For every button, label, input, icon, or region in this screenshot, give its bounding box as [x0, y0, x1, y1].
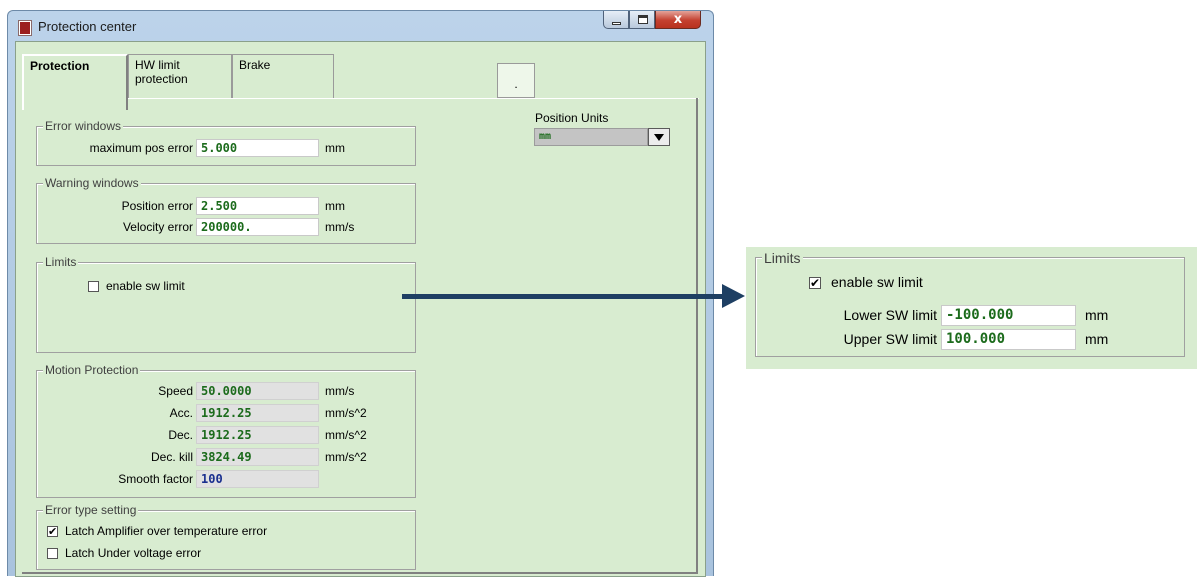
error-windows-group: Error windows maximum pos error 5.000 mm — [36, 119, 416, 166]
upper-sw-limit-label: Upper SW limit — [843, 331, 937, 347]
check-mark-icon: ✔ — [48, 525, 58, 538]
zoomed-limits-group: Limits ✔ enable sw limit Lower SW limit … — [755, 250, 1185, 357]
zoomed-enable-sw-limit-label: enable sw limit — [831, 274, 923, 290]
app-icon — [19, 21, 31, 35]
speed-unit: mm/s — [325, 384, 355, 398]
dec-field: 1912.25 — [196, 426, 319, 444]
check-mark-icon: ✔ — [810, 276, 821, 290]
tab-hw-limit-protection[interactable]: HW limit protection — [128, 54, 232, 99]
error-type-title: Error type setting — [43, 503, 139, 517]
window-title: Protection center — [38, 19, 137, 34]
motion-protection-group: Motion Protection Speed 50.0000 mm/s Acc… — [36, 363, 416, 498]
smooth-factor-field: 100 — [196, 470, 319, 488]
position-error-field[interactable]: 2.500 — [196, 197, 319, 215]
upper-sw-limit-field[interactable]: 100.000 — [941, 329, 1076, 350]
speed-label: Speed — [158, 384, 193, 398]
latch-under-voltage-checkbox[interactable] — [47, 548, 58, 559]
dec-unit: mm/s^2 — [325, 428, 367, 442]
tab-hw-limit-label: HW limit protection — [135, 58, 188, 86]
max-pos-error-unit: mm — [325, 141, 345, 155]
dot-button[interactable]: . — [497, 63, 535, 98]
enable-sw-limit-checkbox[interactable] — [88, 281, 99, 292]
title-bar[interactable]: Protection center x — [8, 11, 713, 41]
max-pos-error-field[interactable]: 5.000 — [196, 139, 319, 157]
dropdown-arrow-icon[interactable] — [648, 128, 670, 146]
close-button[interactable]: x — [655, 11, 701, 29]
position-error-unit: mm — [325, 199, 345, 213]
zoomed-enable-sw-limit-checkbox[interactable]: ✔ — [809, 277, 821, 289]
dot-button-label: . — [514, 77, 518, 91]
window-controls: x — [603, 11, 701, 31]
callout-arrow-line — [402, 294, 728, 299]
position-error-label: Position error — [121, 199, 193, 213]
maximize-button[interactable] — [629, 11, 655, 29]
smooth-factor-label: Smooth factor — [118, 472, 193, 486]
warning-windows-group: Warning windows Position error 2.500 mm … — [36, 176, 416, 244]
position-units-select[interactable]: mm — [534, 128, 670, 146]
acc-label: Acc. — [169, 406, 193, 420]
minimize-button[interactable] — [603, 11, 629, 29]
callout-arrow-head — [722, 284, 745, 308]
error-type-group: Error type setting ✔ Latch Amplifier ove… — [36, 503, 416, 570]
dec-kill-unit: mm/s^2 — [325, 450, 367, 464]
latch-amp-temp-label: Latch Amplifier over temperature error — [65, 524, 268, 538]
velocity-error-field[interactable]: 200000. — [196, 218, 319, 236]
lower-sw-limit-label: Lower SW limit — [843, 307, 937, 323]
acc-field: 1912.25 — [196, 404, 319, 422]
latch-under-voltage-label: Latch Under voltage error — [65, 546, 202, 560]
position-units-value: mm — [534, 128, 648, 146]
warning-windows-title: Warning windows — [43, 176, 141, 190]
max-pos-error-label: maximum pos error — [89, 141, 193, 155]
speed-field: 50.0000 — [196, 382, 319, 400]
tab-brake-label: Brake — [239, 58, 271, 72]
lower-sw-limit-field[interactable]: -100.000 — [941, 305, 1076, 326]
limits-group: Limits enable sw limit — [36, 255, 416, 353]
enable-sw-limit-label: enable sw limit — [106, 279, 185, 293]
limits-title: Limits — [43, 255, 79, 269]
latch-amp-temp-checkbox[interactable]: ✔ — [47, 526, 58, 537]
minimize-icon — [612, 22, 621, 25]
maximize-icon — [638, 15, 648, 24]
velocity-error-label: Velocity error — [122, 220, 193, 234]
protection-center-window: Protection center x Protection HW limit … — [7, 10, 714, 577]
upper-sw-limit-unit: mm — [1085, 331, 1109, 347]
dec-label: Dec. — [168, 428, 193, 442]
close-icon: x — [673, 12, 683, 27]
error-windows-title: Error windows — [43, 119, 124, 133]
zoomed-limits-title: Limits — [762, 250, 803, 266]
motion-protection-title: Motion Protection — [43, 363, 141, 377]
tab-brake[interactable]: Brake — [232, 54, 334, 99]
tab-protection[interactable]: Protection — [22, 54, 128, 110]
zoomed-limits-panel: Limits ✔ enable sw limit Lower SW limit … — [746, 247, 1197, 369]
lower-sw-limit-unit: mm — [1085, 307, 1109, 323]
client-area: Protection HW limit protection Brake . P… — [15, 41, 706, 577]
velocity-error-unit: mm/s — [325, 220, 355, 234]
position-units-label: Position Units — [535, 111, 609, 125]
dec-kill-field: 3824.49 — [196, 448, 319, 466]
dec-kill-label: Dec. kill — [150, 450, 193, 464]
acc-unit: mm/s^2 — [325, 406, 367, 420]
tab-protection-label: Protection — [30, 59, 90, 73]
